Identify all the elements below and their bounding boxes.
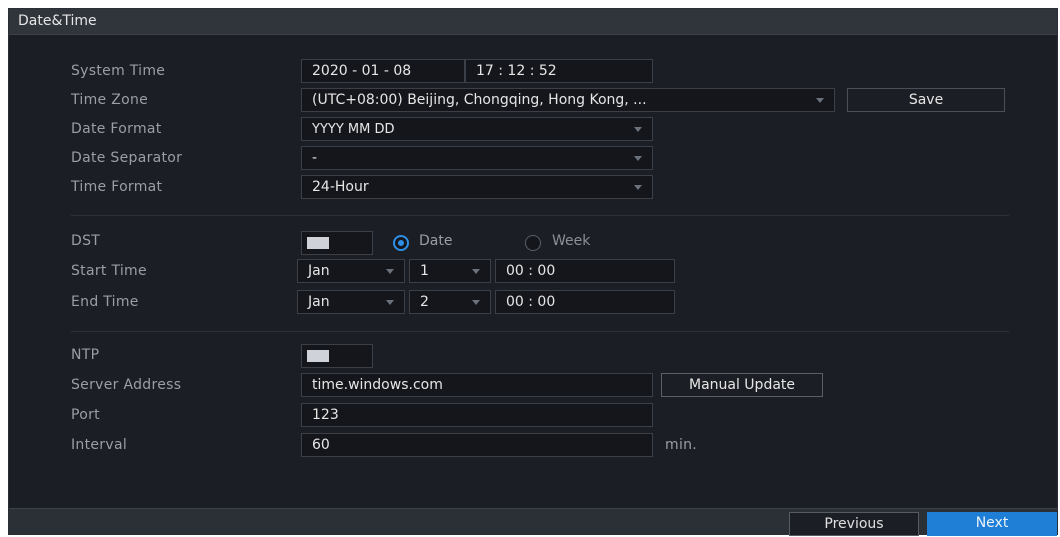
chevron-down-icon [816, 98, 824, 103]
start-time-value: 00 : 00 [506, 263, 556, 279]
date-separator-value: - [312, 150, 318, 166]
system-date-field[interactable]: 2020 - 01 - 08 [301, 59, 465, 83]
time-format-label: Time Format [71, 179, 163, 195]
chevron-down-icon [634, 156, 642, 161]
dst-toggle[interactable] [301, 231, 373, 255]
port-row: Port 123 [9, 403, 1057, 429]
title-bar: Date&Time [9, 9, 1057, 35]
ntp-label: NTP [71, 347, 100, 363]
chevron-down-icon [634, 185, 642, 190]
dst-row: DST Date Week [9, 229, 1057, 255]
section-divider [71, 215, 1009, 216]
toggle-knob-icon [307, 350, 329, 362]
port-label: Port [71, 407, 100, 423]
interval-value: 60 [312, 437, 330, 453]
end-time-value: 00 : 00 [506, 294, 556, 310]
section-divider [71, 331, 1009, 332]
system-time-label: System Time [71, 63, 166, 79]
date-format-label: Date Format [71, 121, 162, 137]
time-format-row: Time Format 24-Hour [9, 175, 1057, 201]
date-separator-select[interactable]: - [301, 146, 653, 170]
toggle-knob-icon [307, 237, 329, 249]
chevron-down-icon [386, 300, 394, 305]
end-day-value: 2 [420, 294, 429, 310]
interval-row: Interval 60 min. [9, 433, 1057, 459]
date-format-row: Date Format YYYY MM DD [9, 117, 1057, 143]
save-button[interactable]: Save [847, 88, 1005, 112]
footer-bar: Previous Next [9, 508, 1057, 536]
dst-week-radio[interactable] [525, 235, 541, 251]
time-zone-value: (UTC+08:00) Beijing, Chongqing, Hong Kon… [312, 92, 647, 108]
end-month-value: Jan [308, 294, 330, 310]
start-month-select[interactable]: Jan [297, 259, 405, 283]
time-format-select[interactable]: 24-Hour [301, 175, 653, 199]
port-value: 123 [312, 407, 339, 423]
previous-button[interactable]: Previous [789, 512, 919, 536]
start-month-value: Jan [308, 263, 330, 279]
start-time-field[interactable]: 00 : 00 [495, 259, 675, 283]
time-zone-select[interactable]: (UTC+08:00) Beijing, Chongqing, Hong Kon… [301, 88, 835, 112]
end-month-select[interactable]: Jan [297, 290, 405, 314]
date-separator-row: Date Separator - [9, 146, 1057, 172]
radio-dot-icon [398, 240, 404, 246]
start-time-label: Start Time [71, 263, 147, 279]
end-day-select[interactable]: 2 [409, 290, 491, 314]
end-time-label: End Time [71, 294, 139, 310]
start-time-row: Start Time Jan 1 00 : 00 [9, 259, 1057, 285]
chevron-down-icon [472, 300, 480, 305]
window-title: Date&Time [18, 13, 97, 29]
dst-week-option-label: Week [552, 233, 591, 249]
time-zone-label: Time Zone [71, 92, 149, 108]
server-address-input[interactable]: time.windows.com [301, 373, 653, 397]
chevron-down-icon [386, 269, 394, 274]
system-time-row: System Time 2020 - 01 - 08 17 : 12 : 52 [9, 59, 1057, 85]
start-day-select[interactable]: 1 [409, 259, 491, 283]
start-day-value: 1 [420, 263, 429, 279]
system-time-value: 17 : 12 : 52 [476, 63, 557, 79]
date-format-value: YYYY MM DD [312, 122, 395, 137]
chevron-down-icon [634, 127, 642, 132]
date-time-panel: Date&Time System Time 2020 - 01 - 08 17 … [8, 8, 1058, 536]
time-zone-row: Time Zone (UTC+08:00) Beijing, Chongqing… [9, 88, 1057, 114]
date-separator-label: Date Separator [71, 150, 183, 166]
interval-label: Interval [71, 437, 128, 453]
port-input[interactable]: 123 [301, 403, 653, 427]
server-address-label: Server Address [71, 377, 182, 393]
interval-input[interactable]: 60 [301, 433, 653, 457]
next-button[interactable]: Next [927, 512, 1057, 536]
system-time-field[interactable]: 17 : 12 : 52 [465, 59, 653, 83]
dst-date-option-label: Date [419, 233, 453, 249]
time-format-value: 24-Hour [312, 179, 369, 195]
end-time-row: End Time Jan 2 00 : 00 [9, 290, 1057, 316]
interval-unit-label: min. [665, 437, 698, 453]
dst-date-radio[interactable] [393, 235, 409, 251]
manual-update-button[interactable]: Manual Update [661, 373, 823, 397]
dst-label: DST [71, 233, 101, 249]
server-address-value: time.windows.com [312, 377, 443, 393]
server-address-row: Server Address time.windows.com Manual U… [9, 373, 1057, 399]
ntp-row: NTP [9, 343, 1057, 369]
system-date-value: 2020 - 01 - 08 [312, 63, 412, 79]
end-time-field[interactable]: 00 : 00 [495, 290, 675, 314]
date-format-select[interactable]: YYYY MM DD [301, 117, 653, 141]
chevron-down-icon [472, 269, 480, 274]
ntp-toggle[interactable] [301, 344, 373, 368]
